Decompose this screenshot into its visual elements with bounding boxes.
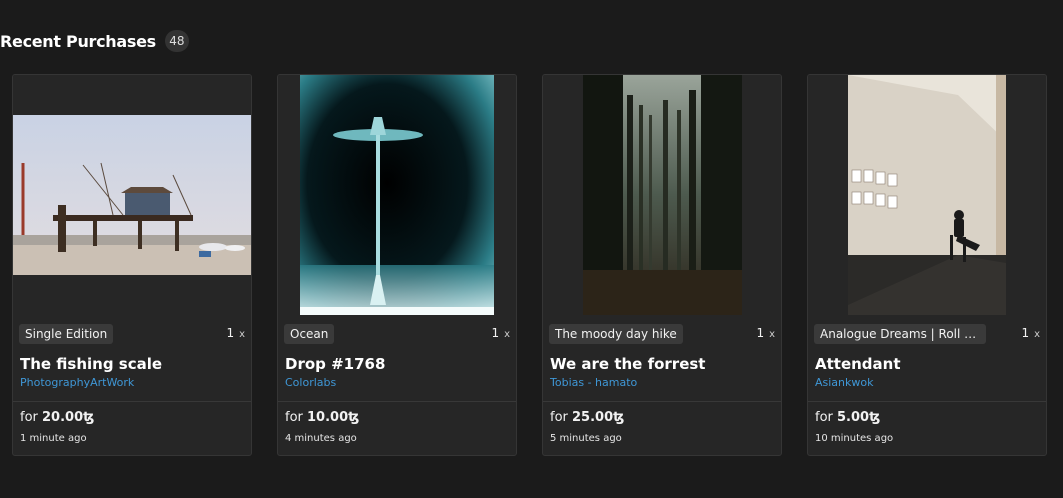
quantity: 1 x — [1021, 326, 1040, 340]
artwork-image[interactable] — [543, 75, 781, 315]
price-value: 5.00 — [837, 410, 870, 425]
price: for 10.00ꜩ — [285, 410, 359, 425]
artwork-image[interactable] — [808, 75, 1046, 315]
quantity-suffix: x — [1034, 329, 1040, 340]
artwork-image[interactable] — [278, 75, 516, 315]
artwork-title[interactable]: Drop #1768 — [285, 355, 385, 373]
purchase-card[interactable]: Ocean 1 x Drop #1768 Colorlabs for 10.00… — [277, 74, 517, 456]
tez-currency-icon: ꜩ — [869, 410, 881, 425]
collection-tag[interactable]: The moody day hike — [549, 324, 683, 344]
purchase-time: 10 minutes ago — [815, 433, 894, 444]
collection-tag[interactable]: Analogue Dreams | Roll Th… — [814, 324, 986, 344]
creator-link[interactable]: PhotographyArtWork — [20, 376, 134, 389]
quantity-value: 1 — [491, 326, 500, 340]
creator-link[interactable]: Colorlabs — [285, 376, 336, 389]
tez-currency-icon: ꜩ — [348, 410, 360, 425]
divider — [278, 401, 516, 402]
tez-currency-icon: ꜩ — [83, 410, 95, 425]
quantity-value: 1 — [756, 326, 765, 340]
purchase-time: 1 minute ago — [20, 433, 87, 444]
quantity-value: 1 — [1021, 326, 1030, 340]
artwork-title[interactable]: We are the forrest — [550, 355, 705, 373]
purchases-grid: Single Edition 1 x The fishing scale Pho… — [12, 74, 1047, 456]
tez-currency-icon: ꜩ — [613, 410, 625, 425]
creator-link[interactable]: Asiankwok — [815, 376, 874, 389]
creator-link[interactable]: Tobias - hamato — [550, 376, 637, 389]
purchase-card[interactable]: Analogue Dreams | Roll Th… 1 x Attendant… — [807, 74, 1047, 456]
price-value: 25.00 — [572, 410, 614, 425]
divider — [543, 401, 781, 402]
artwork-title[interactable]: The fishing scale — [20, 355, 162, 373]
price-value: 10.00 — [307, 410, 349, 425]
quantity-suffix: x — [239, 329, 245, 340]
collection-tag[interactable]: Single Edition — [19, 324, 114, 344]
price-prefix: for — [285, 410, 308, 425]
purchase-card[interactable]: Single Edition 1 x The fishing scale Pho… — [12, 74, 252, 456]
quantity: 1 x — [226, 326, 245, 340]
artwork-title[interactable]: Attendant — [815, 355, 901, 373]
quantity-suffix: x — [769, 329, 775, 340]
quantity-suffix: x — [504, 329, 510, 340]
purchase-time: 4 minutes ago — [285, 433, 357, 444]
purchase-count-badge: 48 — [164, 30, 189, 52]
quantity-value: 1 — [226, 326, 235, 340]
purchase-card[interactable]: The moody day hike 1 x We are the forres… — [542, 74, 782, 456]
divider — [808, 401, 1046, 402]
collection-tag[interactable]: Ocean — [284, 324, 335, 344]
price: for 20.00ꜩ — [20, 410, 94, 425]
price-prefix: for — [550, 410, 573, 425]
price-prefix: for — [815, 410, 838, 425]
price-prefix: for — [20, 410, 43, 425]
quantity: 1 x — [756, 326, 775, 340]
price-value: 20.00 — [42, 410, 84, 425]
section-header: Recent Purchases 48 — [0, 30, 189, 52]
price: for 25.00ꜩ — [550, 410, 624, 425]
artwork-image[interactable] — [13, 75, 251, 315]
quantity: 1 x — [491, 326, 510, 340]
purchase-time: 5 minutes ago — [550, 433, 622, 444]
section-title: Recent Purchases — [0, 31, 156, 51]
divider — [13, 401, 251, 402]
price: for 5.00ꜩ — [815, 410, 880, 425]
